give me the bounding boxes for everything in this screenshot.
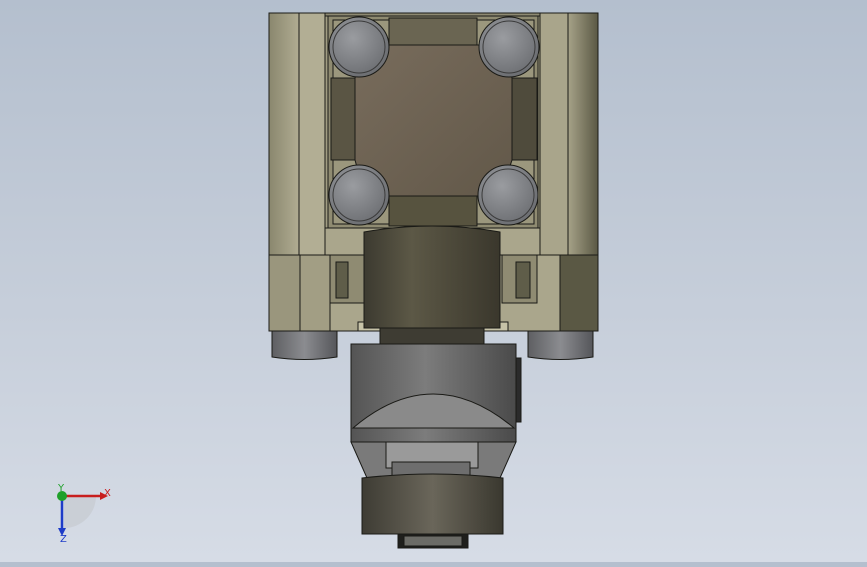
bottom-web: [388, 195, 478, 227]
top-web: [388, 17, 478, 47]
left-foot: [271, 330, 338, 360]
z-axis-label: Z: [60, 534, 67, 545]
orientation-triad: X Y Z: [57, 483, 111, 545]
stem-neck: [379, 327, 485, 345]
actuator-cap[interactable]: [350, 343, 522, 479]
y-axis-label: Y: [57, 483, 65, 494]
bolt-bottom-right: [477, 164, 539, 226]
left-inner-flank: [298, 12, 326, 256]
right-foot: [527, 330, 594, 360]
bolt-top-right: [478, 16, 540, 78]
left-flank: [268, 12, 300, 256]
bolt-top-left: [328, 16, 390, 78]
bottom-collar[interactable]: [361, 473, 504, 549]
bonnet-housing[interactable]: [327, 15, 540, 229]
model-canvas[interactable]: [0, 0, 867, 562]
bolt-bottom-left: [328, 164, 390, 226]
cad-viewport[interactable]: X Y Z: [0, 0, 867, 562]
valve-stem[interactable]: [363, 225, 501, 345]
right-inner-flank: [539, 12, 569, 256]
x-axis-label: X: [104, 488, 111, 499]
right-flank: [567, 12, 599, 256]
